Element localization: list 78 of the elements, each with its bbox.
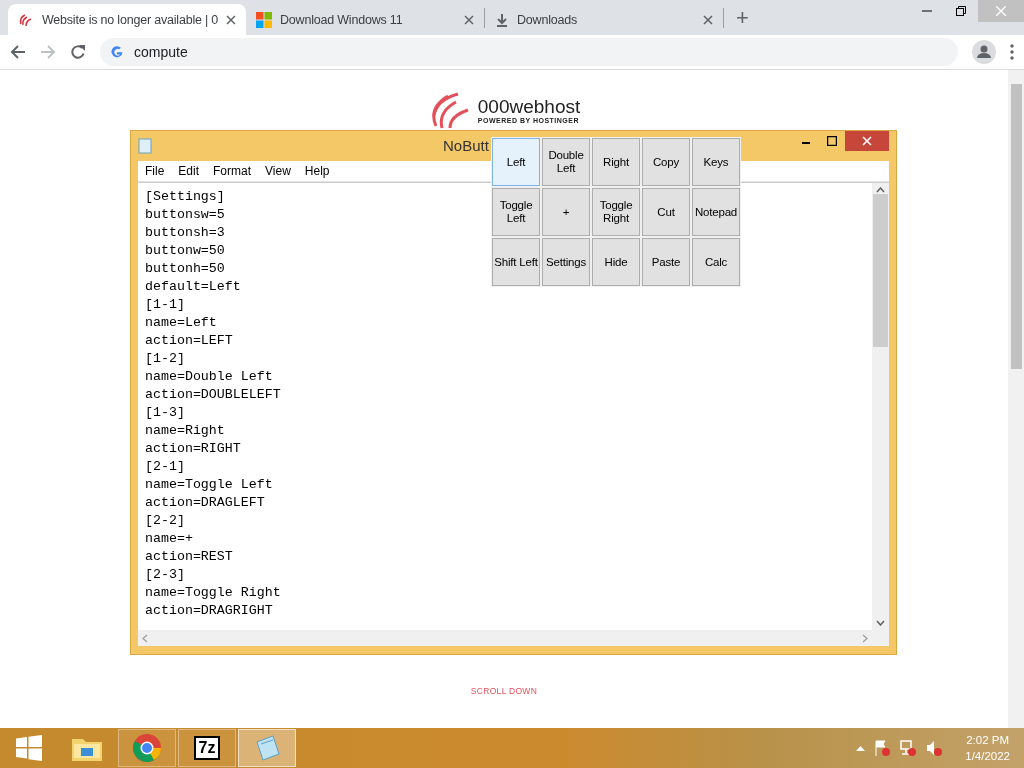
taskbar-app[interactable]: 7z [178,729,236,767]
close-icon[interactable] [464,14,474,25]
text-line: [1-3] [145,404,185,422]
profile-icon[interactable] [972,40,996,64]
text-line: [2-1] [145,458,185,476]
window-title: NoButt [443,137,489,154]
text-line: buttonsh=3 [145,224,225,242]
text-line: name=Double Left [145,368,273,386]
close-icon[interactable] [226,14,236,25]
panel-button[interactable]: Copy [642,138,690,186]
browser-tab[interactable]: Downloads [485,4,723,35]
panel-button[interactable]: Left [492,138,540,186]
text-line: name=Toggle Right [145,584,281,602]
text-line: action=DRAGLEFT [145,494,265,512]
text-line: name=Left [145,314,217,332]
menu-item[interactable]: Format [206,164,259,178]
text-line: action=RIGHT [145,440,241,458]
text-line: name=Toggle Left [145,476,273,494]
text-line: action=REST [145,548,233,566]
panel-button[interactable]: Keys [692,138,740,186]
windows-logo-icon[interactable] [16,735,42,761]
swirl-logo-icon [18,11,34,28]
text-line: default=Left [145,278,241,296]
text-line: [2-2] [145,512,185,530]
panel-button[interactable]: Toggle Right [592,188,640,236]
text-line: buttonh=50 [145,260,225,278]
text-line: [1-1] [145,296,185,314]
logo-name: 000webhost [477,96,581,117]
chrome-logo-icon [132,733,162,763]
page-scrollbar[interactable] [1008,70,1024,728]
panel-button[interactable]: Hide [592,238,640,286]
back-arrow-icon[interactable] [10,44,26,60]
text-line: [2-3] [145,566,185,584]
browser-tab[interactable]: Download Windows 11 [246,4,484,35]
menu-item[interactable]: Edit [171,164,207,178]
address-bar[interactable]: compute [100,38,958,66]
maximize-icon[interactable] [827,136,837,146]
speaker-icon[interactable] [925,739,944,757]
text-line: action=DRAGRIGHT [145,602,273,620]
menu-item[interactable]: View [258,164,298,178]
new-tab-button[interactable]: + [724,4,761,31]
panel-button[interactable]: Shift Left [492,238,540,286]
restore-icon[interactable] [956,6,966,16]
text-line: [Settings] [145,188,225,206]
panel-button[interactable]: Calc [692,238,740,286]
panel-button[interactable]: Paste [642,238,690,286]
taskbar-app[interactable] [118,729,176,767]
caret-up-icon[interactable] [856,745,866,751]
google-logo-icon [110,45,124,59]
close-icon[interactable] [703,14,713,25]
panel-button[interactable]: Double Left [542,138,590,186]
text-line: buttonw=50 [145,242,225,260]
text-line: name=Right [145,422,225,440]
text-line: [1-2] [145,350,185,368]
vertical-scrollbar[interactable] [872,183,889,630]
flag-icon[interactable] [873,739,892,757]
scroll-hint: SCROLL DOWN [470,686,538,696]
text-line: action=LEFT [145,332,233,350]
windows-logo-icon [256,11,272,28]
notepad-icon [138,138,152,154]
text-line: name=+ [145,530,193,548]
reload-icon[interactable] [70,44,86,60]
sevenzip-logo-icon: 7z [193,736,221,760]
panel-button[interactable]: Settings [542,238,590,286]
panel-button[interactable]: + [542,188,590,236]
notepad-icon [253,734,281,762]
text-line: buttonsw=5 [145,206,225,224]
menu-item[interactable]: Help [297,164,337,178]
network-icon[interactable] [899,739,918,757]
download-icon [495,12,509,27]
panel-button[interactable]: Cut [642,188,690,236]
menu-icon[interactable] [1010,44,1014,60]
menu-item[interactable]: File [138,164,172,178]
panel-button[interactable]: Right [592,138,640,186]
browser-tab[interactable]: Website is no longer available | 0 [8,4,246,35]
panel-button[interactable]: Toggle Left [492,188,540,236]
panel-button[interactable]: Notepad [692,188,740,236]
text-line: action=DOUBLELEFT [145,386,281,404]
